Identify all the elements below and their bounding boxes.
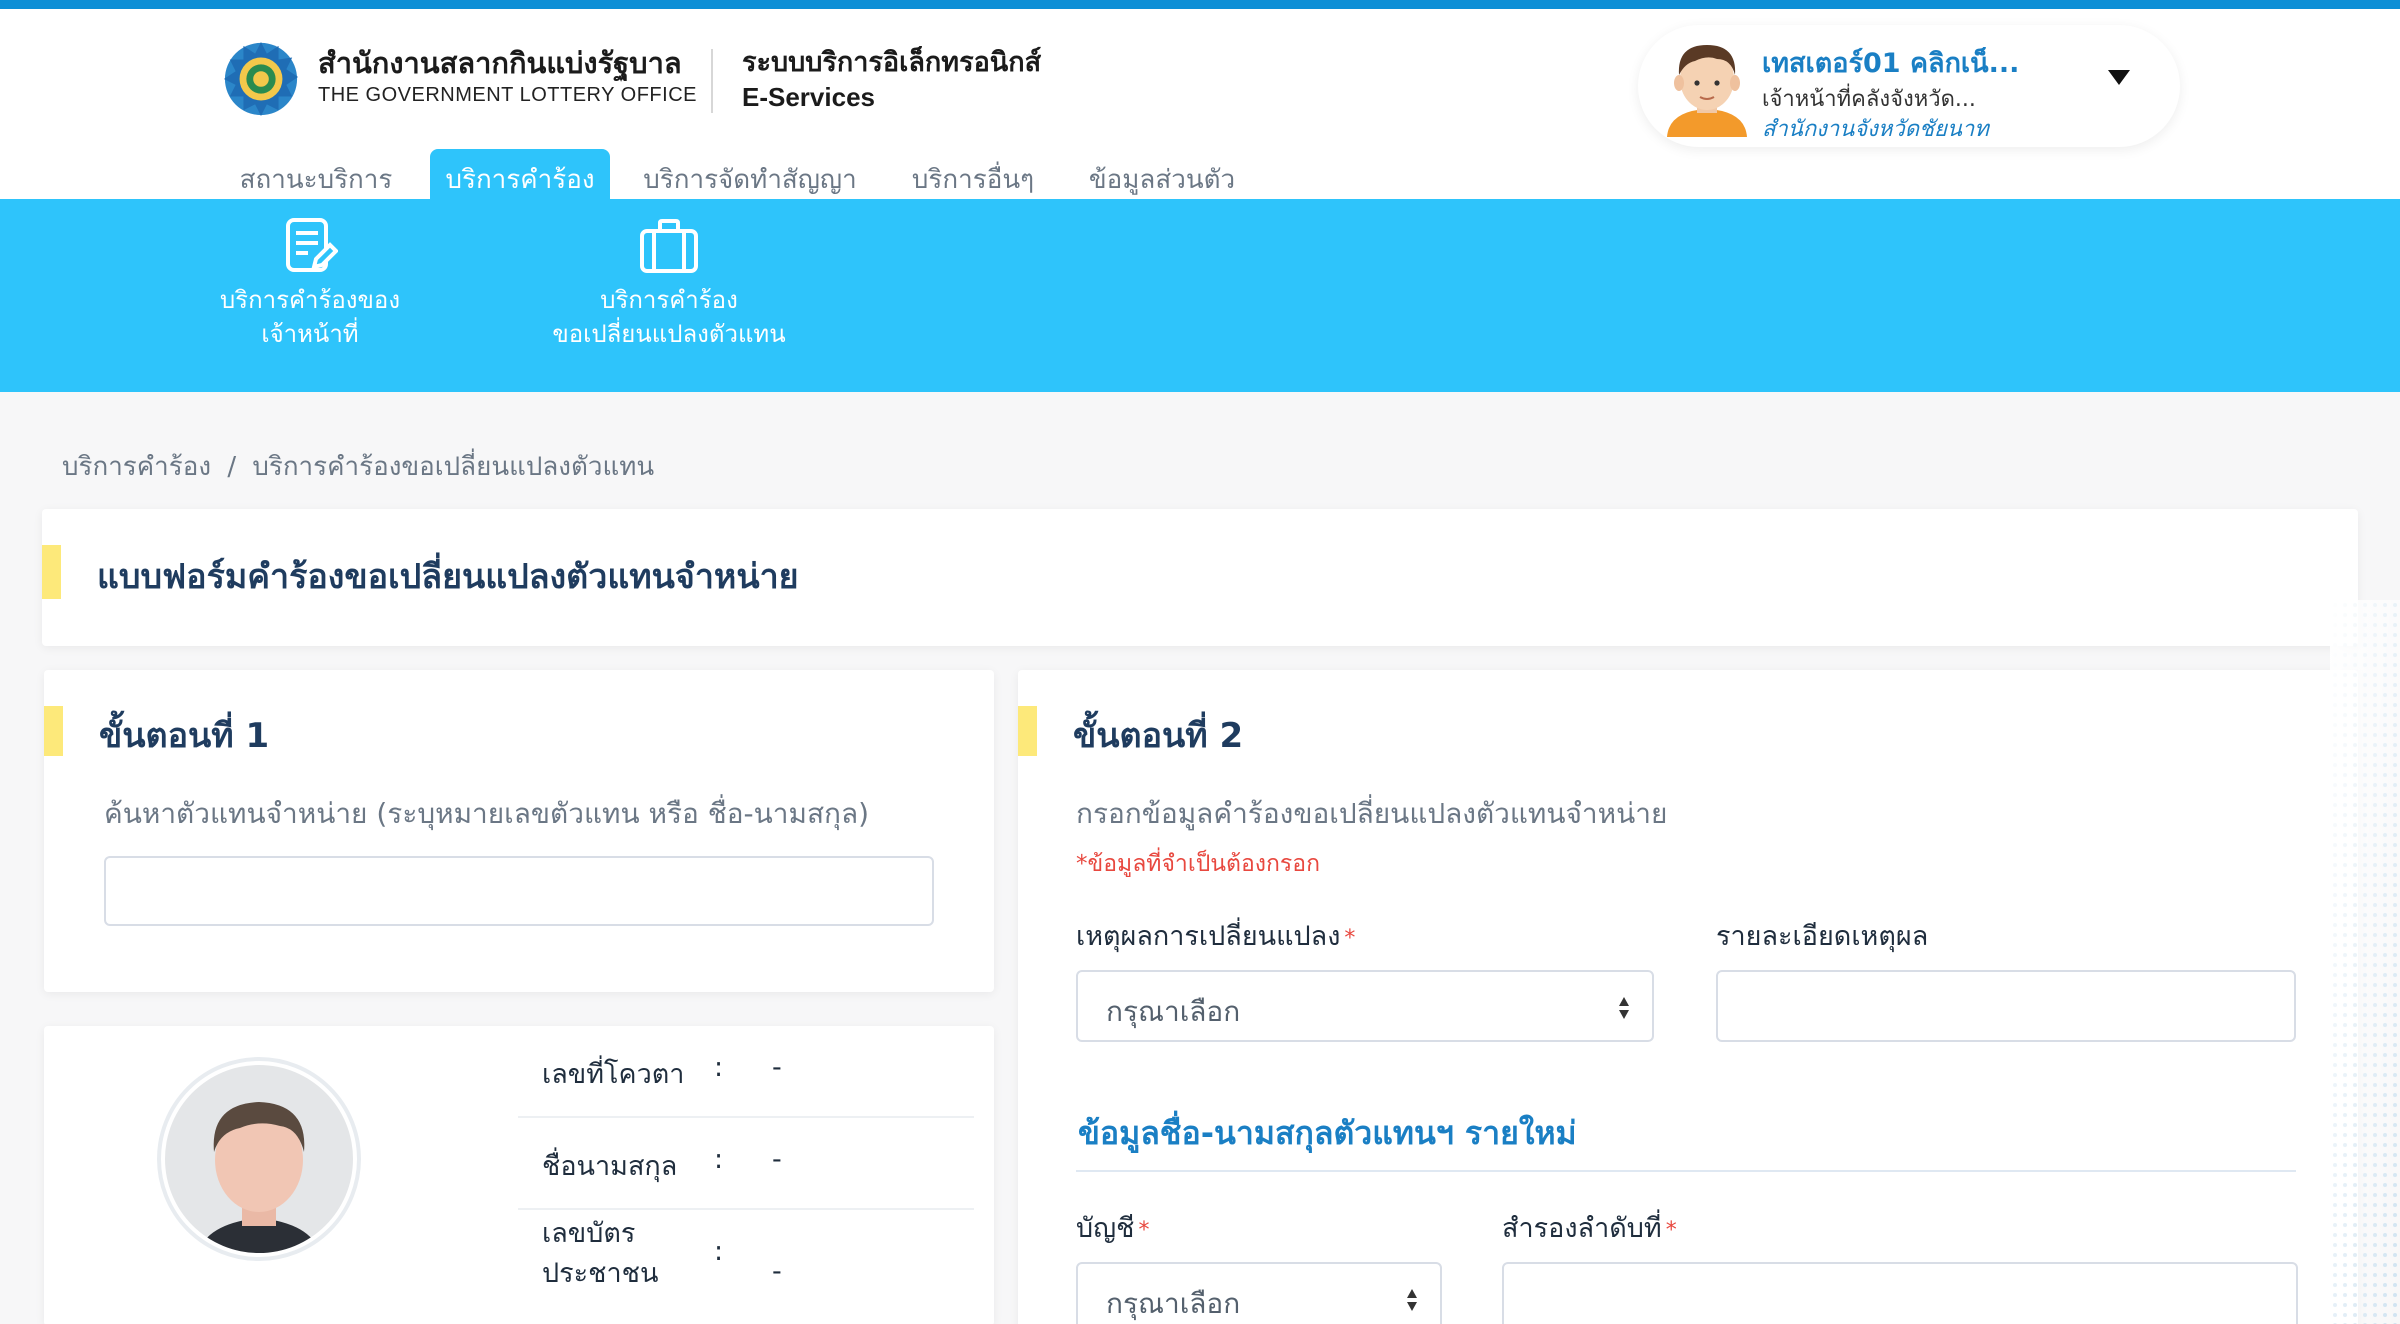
agent-search-input[interactable]	[104, 856, 934, 926]
required-note: *ข้อมูลที่จำเป็นต้องกรอก	[1076, 851, 1321, 877]
subnav-label-line2: เจ้าหน้าที่	[261, 320, 359, 348]
subnav-staff-requests[interactable]: บริการคำร้องของ เจ้าหน้าที่	[210, 217, 410, 351]
info-label: ชื่อนามสกุล	[542, 1151, 678, 1182]
caret-down-icon[interactable]	[2108, 70, 2130, 85]
step2-accent-bar	[1018, 706, 1037, 756]
info-label: เลขบัตร ประชาชน	[542, 1214, 658, 1294]
lottery-office-logo	[223, 41, 299, 117]
system-name-th: ระบบบริการอิเล็กทรอนิกส์	[742, 47, 1042, 78]
step2-card: ขั้นตอนที่ 2 กรอกข้อมูลคำร้องขอเปลี่ยนแป…	[1018, 670, 2358, 1324]
new-agent-section-title: ข้อมูลชื่อ-นามสกุลตัวแทนฯ รายใหม่	[1078, 1114, 1577, 1152]
reason-detail-input[interactable]	[1716, 970, 2296, 1042]
breadcrumb-item-agent-change: บริการคำร้องขอเปลี่ยนแปลงตัวแทน	[252, 452, 655, 482]
info-colon: :	[714, 1052, 724, 1083]
user-avatar	[1667, 45, 1747, 137]
user-name: เทสเตอร์01 คลิกเน็...	[1762, 48, 2020, 79]
top-accent-bar	[0, 0, 2400, 9]
reason-select-value: กรุณาเลือก	[1106, 995, 1241, 1028]
info-label-line1: เลขบัตร	[542, 1218, 636, 1249]
form-title: แบบฟอร์มคำร้องขอเปลี่ยนแปลงตัวแทนจำหน่าย	[97, 557, 799, 597]
info-value: -	[772, 1144, 782, 1175]
subnav-label-line1: บริการคำร้องของ	[219, 286, 401, 314]
info-value: -	[772, 1256, 782, 1287]
agent-avatar	[157, 1057, 361, 1261]
info-colon: :	[714, 1144, 724, 1175]
subnav-label-line1: บริการคำร้อง	[600, 286, 738, 314]
sort-arrows-icon	[1407, 1289, 1417, 1311]
breadcrumb-separator: /	[227, 452, 237, 482]
required-star: *	[1665, 1218, 1677, 1243]
step1-title: ขั้นตอนที่ 1	[99, 716, 270, 756]
step2-subtitle: กรอกข้อมูลคำร้องขอเปลี่ยนแปลงตัวแทนจำหน่…	[1076, 797, 1668, 830]
info-label-line2: ประชาชน	[542, 1258, 659, 1289]
decorative-dot-pattern	[2330, 600, 2400, 1324]
reason-label-text: เหตุผลการเปลี่ยนแปลง	[1076, 921, 1341, 952]
breadcrumb-item-requests[interactable]: บริการคำร้อง	[62, 452, 211, 482]
form-title-card: แบบฟอร์มคำร้องขอเปลี่ยนแปลงตัวแทนจำหน่าย	[42, 509, 2358, 646]
breadcrumb: บริการคำร้อง / บริการคำร้องขอเปลี่ยนแปลง…	[62, 446, 662, 487]
info-row-name: ชื่อนามสกุล : -	[518, 1118, 974, 1210]
step2-title: ขั้นตอนที่ 2	[1073, 716, 1244, 756]
info-label: เลขที่โควตา	[542, 1059, 685, 1090]
required-star: *	[1344, 926, 1356, 951]
reserve-order-input[interactable]	[1502, 1262, 2298, 1324]
header-divider	[711, 49, 713, 113]
user-office: สำนักงานจังหวัดชัยนาท	[1762, 117, 1989, 142]
info-colon: :	[714, 1236, 724, 1267]
reserve-order-label: สำรองลำดับที่ *	[1502, 1206, 1677, 1249]
step1-card: ขั้นตอนที่ 1 ค้นหาตัวแทนจำหน่าย (ระบุหมา…	[44, 670, 994, 992]
reserve-order-label-text: สำรองลำดับที่	[1502, 1213, 1662, 1244]
reason-label: เหตุผลการเปลี่ยนแปลง *	[1076, 914, 1355, 957]
step1-search-label: ค้นหาตัวแทนจำหน่าย (ระบุหมายเลขตัวแทน หร…	[104, 797, 870, 830]
account-select[interactable]: กรุณาเลือก	[1076, 1262, 1442, 1324]
user-menu[interactable]: เทสเตอร์01 คลิกเน็... เจ้าหน้าที่คลังจัง…	[1638, 25, 2180, 147]
account-label-text: บัญชี	[1076, 1213, 1135, 1244]
reason-select[interactable]: กรุณาเลือก	[1076, 970, 1654, 1042]
system-name-en: E-Services	[742, 82, 875, 112]
briefcase-icon	[640, 219, 698, 273]
agent-profile-card: เลขที่โควตา : - ชื่อนามสกุล : - เลขบัตร …	[44, 1026, 994, 1324]
title-accent-bar	[42, 545, 61, 599]
info-value: -	[772, 1052, 782, 1083]
required-star: *	[1138, 1218, 1150, 1243]
subnav-agent-change-requests[interactable]: บริการคำร้อง ขอเปลี่ยนแปลงตัวแทน	[548, 217, 790, 351]
document-edit-icon	[286, 218, 338, 272]
section-divider	[1076, 1170, 2296, 1172]
org-name-th: สำนักงานสลากกินแบ่งรัฐบาล	[318, 46, 682, 80]
header: สำนักงานสลากกินแบ่งรัฐบาล THE GOVERNMENT…	[0, 9, 2400, 209]
sort-arrows-icon	[1619, 997, 1629, 1019]
account-select-value: กรุณาเลือก	[1106, 1287, 1241, 1320]
sub-nav: บริการคำร้องของ เจ้าหน้าที่ บริการคำร้อง…	[0, 199, 2400, 392]
reason-detail-label: รายละเอียดเหตุผล	[1716, 921, 1929, 952]
org-name-en: THE GOVERNMENT LOTTERY OFFICE	[318, 84, 697, 106]
account-label: บัญชี *	[1076, 1206, 1149, 1249]
subnav-label-line2: ขอเปลี่ยนแปลงตัวแทน	[552, 320, 786, 348]
info-row-id-card: เลขบัตร ประชาชน : -	[518, 1210, 974, 1324]
info-row-quota: เลขที่โควตา : -	[518, 1026, 974, 1118]
step1-accent-bar	[44, 706, 63, 756]
